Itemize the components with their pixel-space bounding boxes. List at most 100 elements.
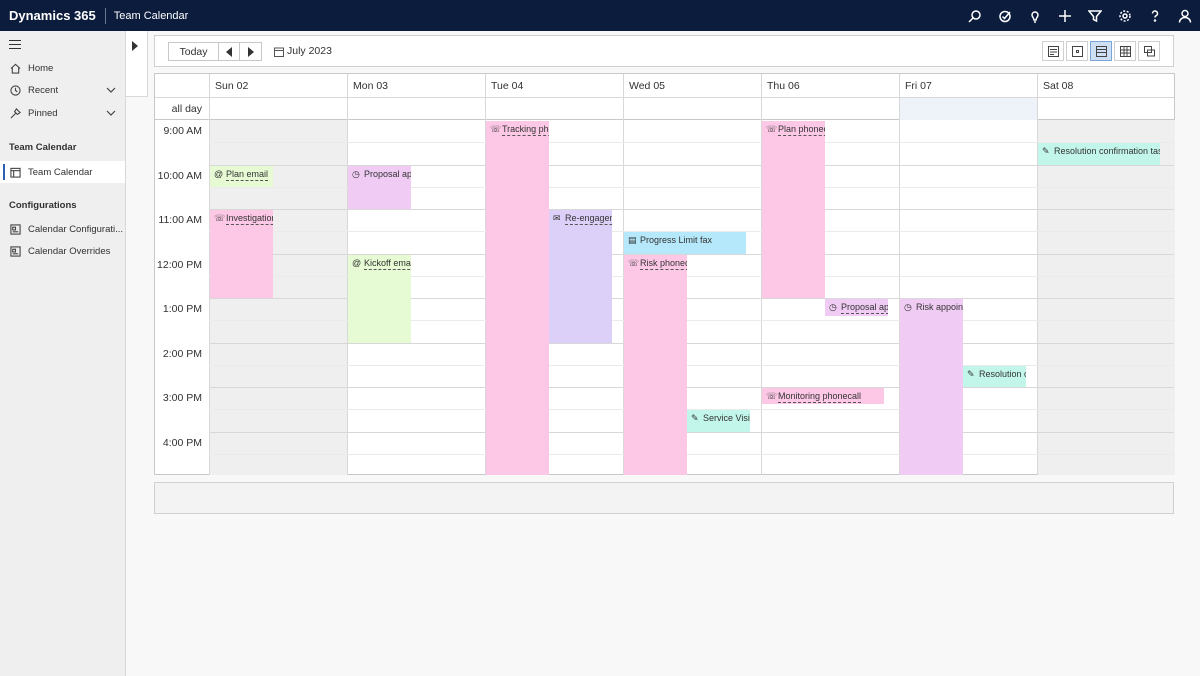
event-title: Investigation phonecall (226, 213, 273, 225)
time-label: 11:00 AM (158, 214, 202, 226)
hamburger-menu-icon[interactable] (9, 40, 21, 50)
week-view-button[interactable] (1090, 41, 1112, 61)
sidebar-item-calendar-overrides[interactable]: Calendar Overrides (0, 240, 125, 262)
calendar-event[interactable]: ☏Tracking phonecall (486, 121, 549, 475)
sidebar-item-label: Team Calendar (28, 166, 93, 178)
sidebar-item-label: Calendar Overrides (28, 245, 111, 257)
previous-button[interactable] (218, 42, 240, 61)
month-view-button[interactable] (1114, 41, 1136, 61)
week-calendar-grid: Sun 02 Mon 03 Tue 04 Wed 05 Thu 06 Fri 07 Sat … (154, 73, 1175, 475)
next-button[interactable] (240, 42, 262, 61)
all-day-cell[interactable] (899, 98, 1037, 120)
month-view-icon (1119, 45, 1131, 57)
calendar-event[interactable]: ☏Plan phonecall (762, 121, 825, 298)
day-view-icon (1071, 45, 1083, 57)
top-bar-icons (960, 0, 1200, 31)
day-header[interactable]: Fri 07 (899, 74, 1037, 98)
clock-icon (9, 84, 21, 96)
calendar-event[interactable]: ☏Risk phonecall (624, 254, 687, 475)
help-icon[interactable] (1140, 0, 1170, 31)
chevron-down-icon[interactable] (106, 108, 116, 118)
event-title: Monitoring phonecall (778, 391, 862, 403)
calendar-event[interactable]: ▤ Progress Limit fax (624, 232, 746, 254)
all-day-cell[interactable] (485, 98, 623, 120)
day-header[interactable]: Sun 02 (209, 74, 347, 98)
day-header[interactable]: Sat 08 (1037, 74, 1175, 98)
day-view-button[interactable] (1066, 41, 1088, 61)
sidebar-item-team-calendar[interactable]: Team Calendar (0, 161, 125, 183)
event-type-icon: ✎ (967, 368, 975, 379)
calendar-event[interactable]: ✉ Re-engagement letter (549, 210, 612, 343)
calendar-icon (9, 166, 21, 178)
event-title: Resolution confirmation task (979, 368, 1026, 379)
calendar-event[interactable]: ◷ Proposal appointment (825, 299, 888, 316)
calendar-event[interactable]: ✎ Resolution confirmation task (1038, 143, 1160, 165)
calendar-event[interactable]: ◷ Risk appointment (900, 299, 963, 475)
event-type-icon: ☏ (214, 213, 226, 223)
event-title: Service Visit (703, 413, 750, 424)
day-header[interactable]: Tue 04 (485, 74, 623, 98)
top-bar: Dynamics 365 Team Calendar (0, 0, 1200, 31)
sidebar-item-pinned[interactable]: Pinned (0, 102, 125, 124)
chevron-down-icon[interactable] (106, 85, 116, 95)
calendar-icon[interactable] (274, 46, 284, 57)
sidebar-item-home[interactable]: Home (0, 57, 125, 79)
half-hour-gridline (209, 453, 1174, 455)
time-label: 1:00 PM (162, 303, 202, 315)
sidebar-item-calendar-configuration[interactable]: Calendar Configurati... (0, 218, 125, 240)
event-type-icon: ◷ (829, 302, 837, 312)
plus-icon[interactable] (1050, 0, 1080, 31)
calendar-event[interactable]: ◷ Proposal appointment (348, 165, 411, 209)
brand-name[interactable]: Dynamics 365 (0, 8, 105, 23)
filter-icon[interactable] (1080, 0, 1110, 31)
home-icon (9, 62, 21, 74)
app-title[interactable]: Team Calendar (106, 10, 189, 22)
event-title: Proposal appointment (364, 168, 411, 179)
time-label: 10:00 AM (157, 169, 202, 182)
lightbulb-icon[interactable] (1020, 0, 1050, 31)
all-day-cell[interactable] (347, 98, 485, 120)
event-title: Plan email (226, 168, 269, 181)
timeline-view-icon (1143, 45, 1155, 56)
user-icon[interactable] (1170, 0, 1200, 31)
sidebar: Home Recent Pinned Team Calendar Team Ca… (0, 31, 126, 676)
hour-gridline (209, 387, 1174, 388)
current-month-label[interactable]: July 2023 (287, 45, 332, 57)
day-header[interactable]: Thu 06 (761, 74, 899, 98)
event-title: Resolution confirmation task (1054, 146, 1160, 157)
calendar-event[interactable]: ✎ Resolution confirmation task (963, 365, 1026, 387)
timeline-view-button[interactable] (1138, 41, 1160, 61)
day-header[interactable]: Mon 03 (347, 74, 485, 98)
sidebar-section-header: Configurations (9, 200, 77, 211)
calendar-event[interactable]: ☏Monitoring phonecall (762, 388, 884, 404)
all-day-cell[interactable] (209, 98, 347, 120)
all-day-cell[interactable] (761, 98, 899, 120)
all-day-cell[interactable] (623, 98, 761, 120)
calendar-footer-panel (154, 482, 1174, 514)
hour-gridline (209, 342, 1174, 344)
chevron-left-icon (226, 46, 232, 57)
calendar-toolbar: Today July 2023 (154, 35, 1174, 67)
task-icon[interactable] (990, 0, 1020, 31)
event-title: Progress Limit fax (640, 235, 713, 246)
sidebar-item-recent[interactable]: Recent (0, 79, 125, 101)
event-type-icon: ◷ (904, 302, 912, 312)
calendar-event[interactable]: @ Kickoff email (348, 254, 411, 343)
agenda-view-button[interactable] (1042, 41, 1064, 61)
calendar-event[interactable]: ✎ Service Visit (687, 410, 750, 432)
gear-icon[interactable] (1110, 0, 1140, 31)
calendar-event[interactable]: ☏Investigation phonecall (210, 210, 273, 298)
all-day-cell[interactable] (1037, 98, 1175, 120)
calendar-event[interactable]: @ Plan email (210, 165, 273, 187)
half-hour-gridline (209, 364, 1174, 366)
event-type-icon: ✎ (691, 413, 699, 424)
today-button[interactable]: Today (168, 42, 218, 61)
event-type-icon: ☏ (766, 391, 778, 401)
calendar-overrides-icon (9, 245, 21, 257)
sidebar-item-label: Pinned (28, 107, 58, 119)
day-header[interactable]: Wed 05 (623, 74, 761, 98)
expand-panel-button[interactable] (126, 31, 148, 97)
time-label: 9:00 AM (163, 125, 202, 137)
event-title: Kickoff email (364, 257, 411, 270)
search-icon[interactable] (960, 0, 990, 31)
